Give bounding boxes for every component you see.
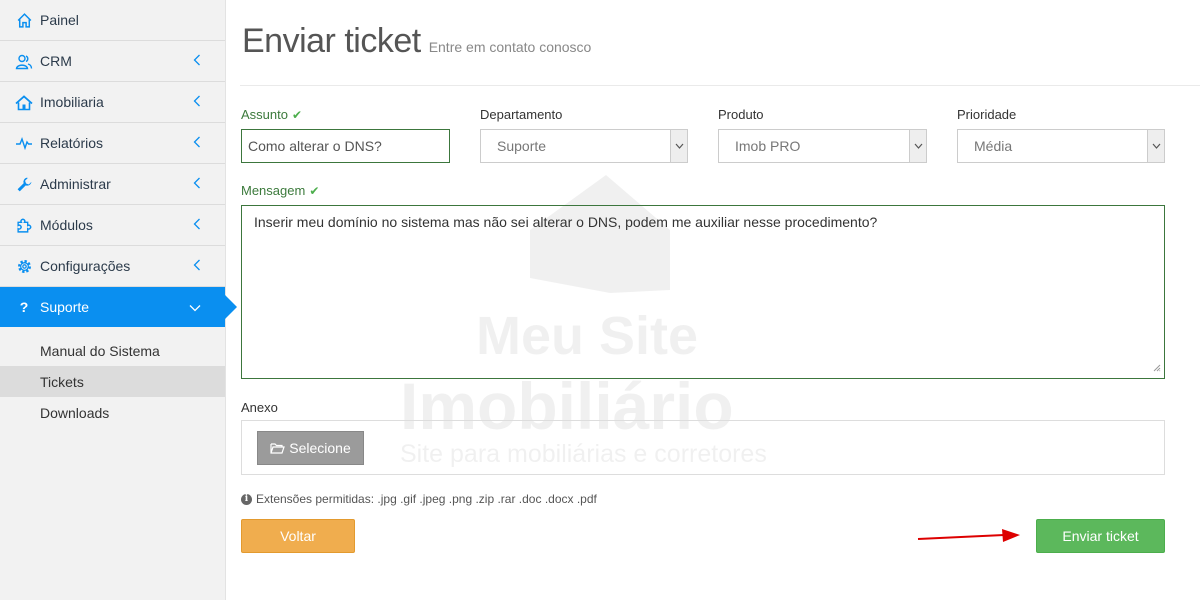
sidebar-item-label: Configurações <box>40 258 131 274</box>
sidebar-item-label: CRM <box>40 53 72 69</box>
page-subtitle: Entre em contato conosco <box>428 39 592 55</box>
chevron-left-icon <box>193 176 201 192</box>
resize-handle-icon[interactable] <box>1153 359 1161 375</box>
selecione-button[interactable]: Selecione <box>257 431 364 465</box>
sidebar-item-modulos[interactable]: Módulos <box>0 205 225 246</box>
mensagem-textarea[interactable]: Inserir meu domínio no sistema mas não s… <box>241 205 1165 379</box>
puzzle-icon <box>14 215 34 235</box>
produto-value: Imob PRO <box>735 138 801 154</box>
chevron-left-icon <box>193 94 201 110</box>
chevron-down-icon <box>189 299 201 315</box>
voltar-button[interactable]: Voltar <box>241 519 355 553</box>
chevron-left-icon <box>193 217 201 233</box>
check-icon: ✔ <box>309 184 320 198</box>
chevron-left-icon <box>193 53 201 69</box>
sidebar-item-suporte[interactable]: ? Suporte <box>0 287 237 327</box>
gear-icon <box>14 256 34 276</box>
sidebar-item-imobiliaria[interactable]: Imobiliaria <box>0 82 225 123</box>
submenu-item-tickets[interactable]: Tickets <box>0 366 225 397</box>
enviar-ticket-button[interactable]: Enviar ticket <box>1036 519 1165 553</box>
sidebar-item-label: Painel <box>40 12 79 28</box>
folder-open-icon <box>270 442 286 454</box>
anexo-dropzone[interactable]: Selecione <box>241 420 1165 475</box>
chevron-down-icon <box>670 130 687 162</box>
sidebar-item-label: Imobiliaria <box>40 94 104 110</box>
page-title: Enviar ticket <box>242 22 421 60</box>
sidebar-item-label: Módulos <box>40 217 93 233</box>
assunto-input[interactable]: Como alterar o DNS? <box>241 129 450 163</box>
chevron-down-icon <box>909 130 926 162</box>
departamento-select[interactable]: Suporte <box>480 129 688 163</box>
mensagem-label: Mensagem ✔ <box>241 183 319 198</box>
sidebar-item-label: Relatórios <box>40 135 104 151</box>
sidebar: Painel CRM Imobiliaria Relatórios Admini… <box>0 0 237 600</box>
allowed-extensions-help: i Extensões permitidas: .jpg .gif .jpeg … <box>241 492 597 506</box>
info-icon: i <box>241 493 252 505</box>
produto-select[interactable]: Imob PRO <box>718 129 927 163</box>
submenu-item-downloads[interactable]: Downloads <box>0 397 225 428</box>
question-icon: ? <box>19 299 29 315</box>
produto-label: Produto <box>718 107 764 122</box>
activity-icon <box>14 133 34 153</box>
users-icon <box>14 51 34 71</box>
check-icon: ✔ <box>291 108 303 122</box>
mensagem-value: Inserir meu domínio no sistema mas não s… <box>254 214 878 230</box>
chevron-down-icon <box>1147 130 1164 162</box>
home-icon <box>14 10 34 30</box>
sidebar-item-configuracoes[interactable]: Configurações <box>0 246 225 287</box>
chevron-left-icon <box>193 135 201 151</box>
wrench-icon <box>14 174 34 194</box>
prioridade-select[interactable]: Média <box>957 129 1165 163</box>
sidebar-item-relatorios[interactable]: Relatórios <box>0 123 225 164</box>
allowed-extensions-text: Extensões permitidas: .jpg .gif .jpeg .p… <box>256 492 597 506</box>
prioridade-label: Prioridade <box>957 107 1017 122</box>
prioridade-value: Média <box>974 138 1013 154</box>
chevron-left-icon <box>193 258 201 274</box>
suporte-submenu: Manual do Sistema Tickets Downloads <box>0 327 225 428</box>
assunto-label-text: Assunto <box>241 107 288 122</box>
submenu-item-manual[interactable]: Manual do Sistema <box>0 335 225 366</box>
sidebar-item-painel[interactable]: Painel <box>0 0 225 41</box>
departamento-label: Departamento <box>480 107 563 122</box>
house-icon <box>14 92 34 112</box>
sidebar-item-label: Administrar <box>40 176 111 192</box>
departamento-value: Suporte <box>497 138 547 154</box>
selecione-label: Selecione <box>289 440 351 456</box>
sidebar-item-administrar[interactable]: Administrar <box>0 164 225 205</box>
page-header: Enviar ticket Entre em contato conosco <box>242 22 591 61</box>
header-divider <box>240 85 1200 86</box>
red-arrow-annotation <box>917 529 1020 542</box>
mensagem-label-text: Mensagem <box>241 183 306 198</box>
sidebar-item-label: Suporte <box>40 299 90 315</box>
sidebar-item-crm[interactable]: CRM <box>0 41 225 82</box>
main-content: Enviar ticket Entre em contato conosco M… <box>226 0 1200 600</box>
anexo-label: Anexo <box>241 400 278 415</box>
assunto-label: Assunto ✔ <box>241 107 302 122</box>
